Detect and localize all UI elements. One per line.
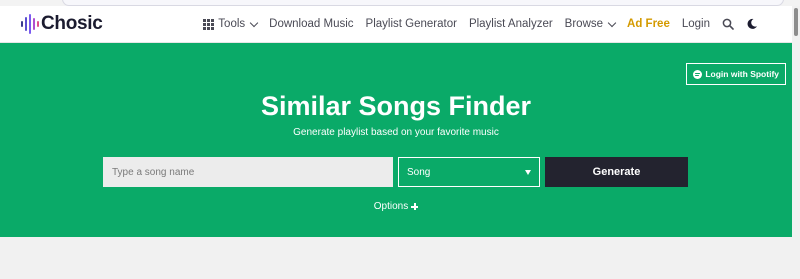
- dropdown-arrow-icon: [525, 169, 531, 175]
- main-nav: Tools Download Music Playlist Generator …: [203, 6, 758, 42]
- chevron-down-icon: [249, 18, 259, 27]
- nav-download-music[interactable]: Download Music: [269, 18, 353, 30]
- nav-playlist-generator-label: Playlist Generator: [365, 18, 457, 30]
- nav-tools-label: Tools: [218, 18, 246, 30]
- nav-browse[interactable]: Browse: [564, 18, 617, 30]
- search-icon: [722, 18, 734, 30]
- login-with-spotify-label: Login with Spotify: [705, 69, 779, 79]
- options-label: Options: [373, 201, 409, 212]
- spotify-icon: [693, 69, 703, 79]
- page-subtitle: Generate playlist based on your favorite…: [293, 127, 499, 138]
- nav-tools[interactable]: Tools: [203, 18, 259, 30]
- nav-login[interactable]: Login: [682, 18, 710, 30]
- plus-icon: [411, 203, 419, 210]
- dark-mode-icon: [747, 18, 757, 29]
- nav-playlist-generator[interactable]: Playlist Generator: [366, 18, 457, 30]
- nav-playlist-analyzer-label: Playlist Analyzer: [468, 18, 553, 30]
- page-title: Similar Songs Finder: [260, 91, 532, 121]
- nav-browse-label: Browse: [564, 18, 604, 30]
- scrollbar[interactable]: [792, 6, 800, 279]
- login-with-spotify-button[interactable]: Login with Spotify: [686, 63, 786, 85]
- hero-section: Login with Spotify Similar Songs Finder …: [0, 43, 792, 237]
- nav-download-music-label: Download Music: [269, 18, 354, 30]
- search-button[interactable]: [722, 18, 734, 30]
- nav-ad-free[interactable]: Ad Free: [627, 18, 670, 30]
- nav-ad-free-label: Ad Free: [627, 18, 670, 30]
- options-toggle[interactable]: Options: [0, 201, 792, 212]
- dark-mode-toggle[interactable]: [746, 18, 758, 30]
- logo-icon: [21, 14, 39, 34]
- chevron-down-icon: [607, 18, 617, 27]
- generate-button[interactable]: Generate: [545, 157, 688, 187]
- logo[interactable]: Chosic: [20, 13, 103, 35]
- logo-text: Chosic: [41, 13, 103, 34]
- nav-playlist-analyzer[interactable]: Playlist Analyzer: [469, 18, 553, 30]
- scrollbar-thumb[interactable]: [794, 8, 798, 36]
- site-header: Chosic Tools Download Music Playlist Gen…: [0, 6, 792, 43]
- nav-login-label: Login: [681, 18, 710, 30]
- search-type-select[interactable]: Song: [398, 157, 540, 187]
- search-type-selected: Song: [407, 166, 431, 178]
- grid-icon: [203, 18, 215, 30]
- song-search-input[interactable]: [103, 157, 393, 187]
